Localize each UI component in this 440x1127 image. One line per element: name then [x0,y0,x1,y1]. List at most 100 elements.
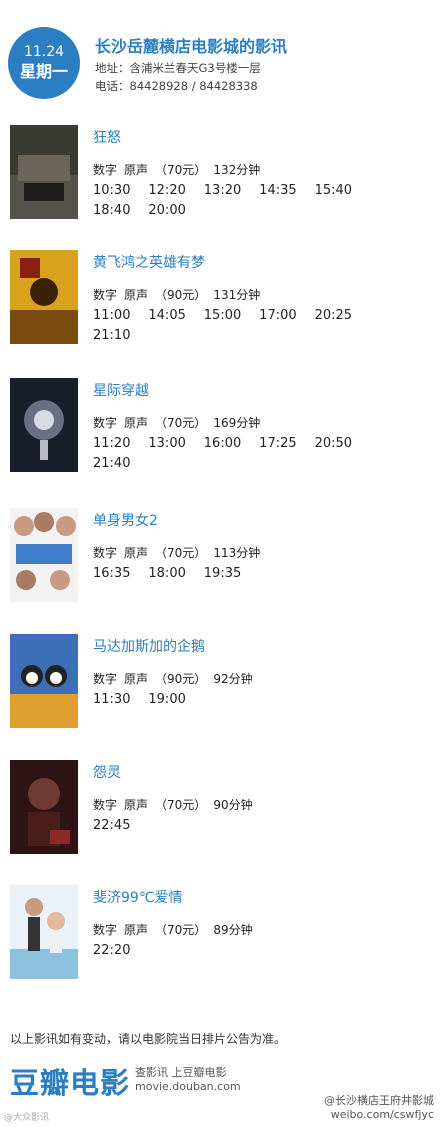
movie-audio: 原声 [124,672,149,686]
movie-price: （90元） [155,672,207,686]
showtime[interactable]: 13:00 [148,435,203,452]
movie-item[interactable]: 黄飞鸿之英雄有梦 数字 原声 （90元） 131分钟 11:00 14:05 15:00 1… [0,250,440,360]
showtimes: 16:35 18:00 19:35 [93,562,423,582]
showtimes: 11:30 19:00 [93,688,423,708]
movie-format: 数字 [93,672,118,686]
movie-title[interactable]: 斐济99℃爱情 [93,887,183,907]
movie-poster[interactable] [10,250,78,344]
movie-audio: 原声 [124,798,149,812]
watermark-weibo-url: weibo.com/cswfjyc [330,1108,434,1121]
movie-item[interactable]: 单身男女2 数字 原声 （70元） 113分钟 16:35 18:00 19:35 [0,508,440,618]
showtime[interactable]: 11:30 [93,691,148,708]
movie-duration: 89分钟 [213,923,253,937]
douban-url[interactable]: movie.douban.com [135,1080,241,1093]
showtime[interactable]: 14:35 [259,182,314,199]
showtime[interactable]: 19:00 [148,691,203,708]
movie-duration: 131分钟 [213,288,261,302]
movie-poster[interactable] [10,125,78,219]
movie-title[interactable]: 黄飞鸿之英雄有梦 [93,252,205,272]
movie-info: 数字 原声 （70元） 132分钟 [93,161,267,178]
cinema-address: 地址：含浦米兰春天G3号楼一层 [95,61,261,75]
showtimes: 11:00 14:05 15:00 17:00 20:25 21:10 [93,304,423,344]
movie-info: 数字 原声 （70元） 113分钟 [93,544,267,561]
cinema-phone: 电话：84428928 / 84428338 [95,79,258,93]
movie-price: （90元） [155,288,207,302]
movie-price: （70元） [155,163,207,177]
showtime[interactable]: 17:25 [259,435,314,452]
showtime[interactable]: 22:45 [93,817,148,834]
showtime[interactable]: 18:00 [148,565,203,582]
movie-title[interactable]: 怨灵 [93,762,121,782]
movie-item[interactable]: 马达加斯加的企鹅 数字 原声 （90元） 92分钟 11:30 19:00 [0,634,440,744]
movie-info: 数字 原声 （90元） 92分钟 [93,670,260,687]
movie-audio: 原声 [124,546,149,560]
cinema-title: 长沙岳麓横店电影城的影讯 [95,37,288,56]
showtime[interactable]: 13:20 [204,182,259,199]
movie-price: （70元） [155,416,207,430]
showtime[interactable]: 22:20 [93,942,148,959]
movie-title[interactable]: 星际穿越 [93,380,149,400]
movie-item[interactable]: 星际穿越 数字 原声 （70元） 169分钟 11:20 13:00 16:00 17:25… [0,378,440,488]
movie-price: （70元） [155,923,207,937]
movie-format: 数字 [93,798,118,812]
movie-item[interactable]: 怨灵 数字 原声 （70元） 90分钟 22:45 [0,760,440,870]
showtime[interactable]: 16:35 [93,565,148,582]
movie-item[interactable]: 狂怒 数字 原声 （70元） 132分钟 10:30 12:20 13:20 14:35 15… [0,125,440,235]
watermark-left: @大众影讯 [4,1113,50,1123]
showtime[interactable]: 15:40 [315,182,370,199]
movie-info: 数字 原声 （70元） 90分钟 [93,796,260,813]
movie-format: 数字 [93,546,118,560]
movie-audio: 原声 [124,923,149,937]
showtime[interactable]: 20:50 [315,435,370,452]
showtime[interactable]: 19:35 [204,565,259,582]
douban-tagline: 查影讯 上豆瓣电影 [135,1066,227,1079]
showtime[interactable]: 10:30 [93,182,148,199]
movie-title[interactable]: 单身男女2 [93,510,158,530]
showtime[interactable]: 20:25 [315,307,370,324]
showtime[interactable]: 11:00 [93,307,148,324]
showtimes: 10:30 12:20 13:20 14:35 15:40 18:40 20:00 [93,179,423,219]
movie-duration: 169分钟 [213,416,261,430]
cinema-header: 11.24 星期一 长沙岳麓横店电影城的影讯 地址：含浦米兰春天G3号楼一层 电… [0,0,440,110]
date-badge: 11.24 星期一 [8,27,80,99]
showtime[interactable]: 21:10 [93,327,148,344]
movie-duration: 90分钟 [213,798,253,812]
movie-format: 数字 [93,288,118,302]
movie-info: 数字 原声 （90元） 131分钟 [93,286,267,303]
showtimes: 11:20 13:00 16:00 17:25 20:50 21:40 [93,432,423,472]
movie-title[interactable]: 马达加斯加的企鹅 [93,636,205,656]
showtime[interactable]: 16:00 [204,435,259,452]
movie-audio: 原声 [124,288,149,302]
movie-title[interactable]: 狂怒 [93,127,121,147]
watermark-weibo-name: @长沙横店王府井影城 [324,1094,434,1107]
movie-info: 数字 原声 （70元） 169分钟 [93,414,267,431]
movie-item[interactable]: 斐济99℃爱情 数字 原声 （70元） 89分钟 22:20 [0,885,440,995]
movie-price: （70元） [155,546,207,560]
movie-duration: 132分钟 [213,163,261,177]
movie-poster[interactable] [10,760,78,854]
movie-audio: 原声 [124,163,149,177]
showtime[interactable]: 12:20 [148,182,203,199]
date-text: 11.24 [23,44,65,60]
movie-poster[interactable] [10,885,78,979]
showtime[interactable]: 20:00 [148,202,203,219]
movie-info: 数字 原声 （70元） 89分钟 [93,921,260,938]
showtime[interactable]: 14:05 [148,307,203,324]
movie-format: 数字 [93,416,118,430]
showtime[interactable]: 11:20 [93,435,148,452]
movie-price: （70元） [155,798,207,812]
movie-duration: 113分钟 [213,546,261,560]
showtime[interactable]: 17:00 [259,307,314,324]
showtimes: 22:45 [93,814,423,834]
weekday-text: 星期一 [19,62,68,81]
showtime[interactable]: 15:00 [204,307,259,324]
movie-format: 数字 [93,163,118,177]
douban-movie-logo[interactable]: 豆瓣电影 [10,1060,130,1102]
movie-poster[interactable] [10,508,78,602]
movie-format: 数字 [93,923,118,937]
movie-poster[interactable] [10,634,78,728]
showtime[interactable]: 18:40 [93,202,148,219]
movie-duration: 92分钟 [213,672,253,686]
movie-poster[interactable] [10,378,78,472]
showtime[interactable]: 21:40 [93,455,148,472]
